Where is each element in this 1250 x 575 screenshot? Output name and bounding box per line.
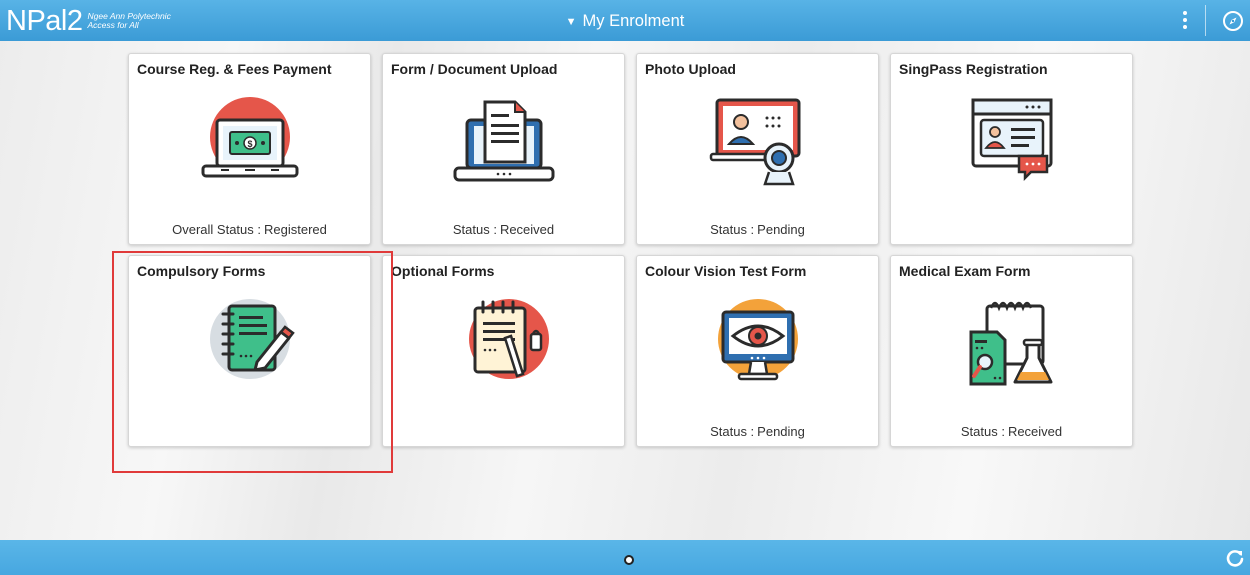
tile-colour-vision-test-form[interactable]: Colour Vision Test Form Status : Pending [636,255,879,447]
id-card-browser-icon [971,98,1053,182]
header-divider [1205,5,1206,36]
tile-title: SingPass Registration [899,61,1048,77]
tile-singpass-registration[interactable]: SingPass Registration [890,53,1133,245]
tile-title: Medical Exam Form [899,263,1031,279]
status-label: Status : [710,222,755,237]
status-value: Pending [757,424,805,439]
refresh-icon[interactable] [1225,548,1245,568]
svg-text:$: $ [247,139,252,149]
tile-course-reg-fees[interactable]: Course Reg. & Fees Payment $ Overall Sta… [128,53,371,245]
status-value: Pending [757,222,805,237]
status-line: Status : Pending [637,424,878,439]
status-value: Registered [264,222,327,237]
tile-medical-exam-form[interactable]: Medical Exam Form Status : Received [890,255,1133,447]
laptop-payment-icon: $ [201,97,299,178]
page-dot-icon[interactable] [624,555,634,565]
page-title-dropdown[interactable]: ▼ My Enrolment [0,0,1250,41]
notepad-pen-icon [469,299,549,379]
status-label: Status : [452,222,497,237]
page-title: My Enrolment [582,12,685,30]
tile-optional-forms[interactable]: Optional Forms [382,255,625,447]
bottom-footer-bar [0,540,1250,575]
status-line: Status : Received [891,424,1132,439]
tile-form-document-upload[interactable]: Form / Document Upload Status : Received [382,53,625,245]
status-label: Overall Status : [172,222,261,237]
lab-report-icon [969,301,1053,386]
status-value: Received [1007,424,1063,439]
status-value: Received [499,222,555,237]
photo-webcam-icon [709,98,801,186]
tile-title: Course Reg. & Fees Payment [137,61,332,77]
top-header-bar: NPal2 Ngee Ann Polytechnic Access for Al… [0,0,1250,41]
status-line [891,222,1132,237]
status-line: Overall Status : Registered [129,222,370,237]
highlight-box [112,251,393,473]
status-label: Status : [960,424,1005,439]
caret-down-icon: ▼ [565,16,577,28]
laptop-document-icon [453,100,555,182]
status-line: Status : Received [383,222,624,237]
tile-title: Optional Forms [391,263,495,279]
monitor-eye-icon [718,299,798,381]
status-line: Status : Pending [637,222,878,237]
tile-title: Colour Vision Test Form [645,263,807,279]
status-label: Status : [710,424,755,439]
tile-photo-upload[interactable]: Photo Upload Status : Pending [636,53,879,245]
tile-title: Photo Upload [645,61,736,77]
kebab-menu-icon[interactable] [1178,8,1192,34]
tile-title: Form / Document Upload [391,61,558,77]
compass-icon[interactable] [1222,10,1244,32]
